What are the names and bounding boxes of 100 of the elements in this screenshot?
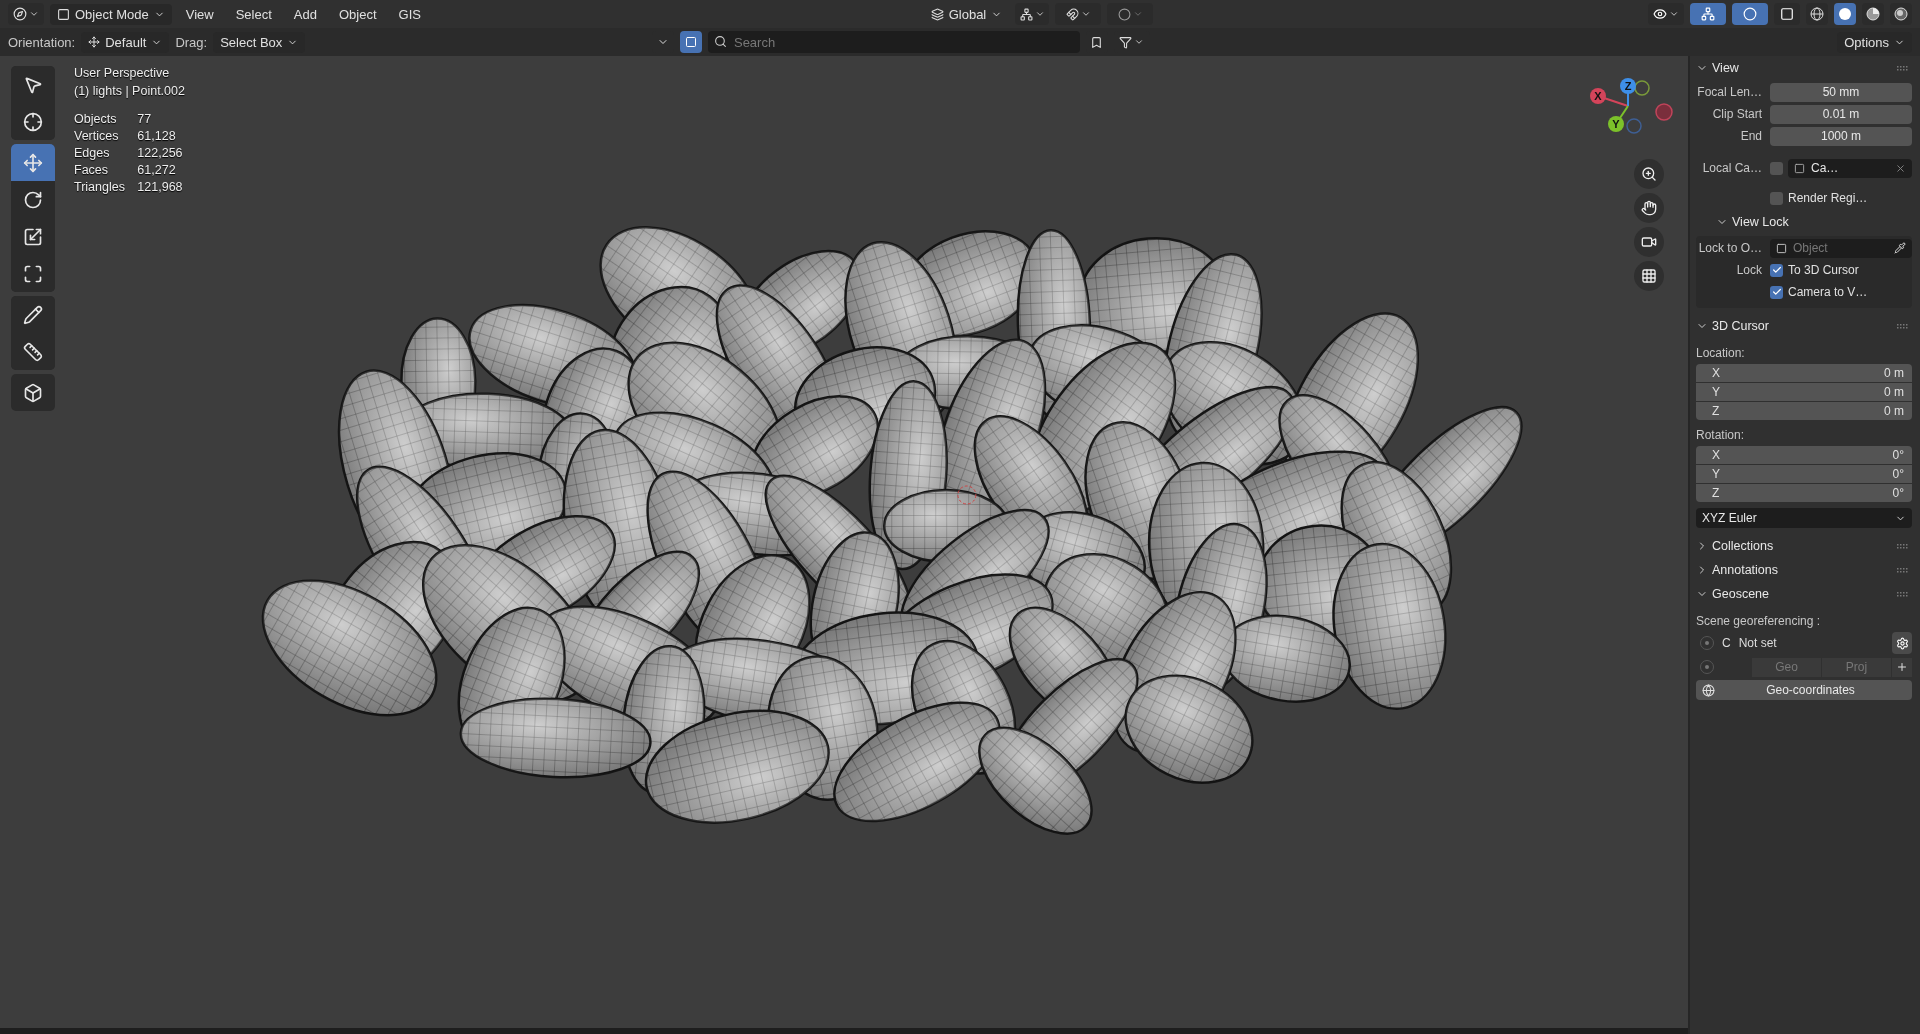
- hand-icon: [1641, 200, 1657, 216]
- shading-mode-button[interactable]: [1834, 3, 1856, 25]
- menu-item[interactable]: GIS: [390, 3, 429, 25]
- panel-header[interactable]: Collections: [1690, 534, 1780, 558]
- chevron-down-icon: [1669, 9, 1679, 19]
- panel-header[interactable]: Geoscene: [1690, 582, 1775, 606]
- gizmo-toggle[interactable]: [1690, 3, 1726, 25]
- axis-gizmo-drawing[interactable]: X Y Z: [1590, 78, 1673, 134]
- mode-dropdown[interactable]: Object Mode: [50, 3, 172, 25]
- shading-mode-button[interactable]: [1890, 3, 1912, 25]
- network-icon: [1019, 7, 1033, 21]
- drag-handle-icon[interactable]: [1897, 591, 1908, 597]
- search-field[interactable]: Search: [707, 31, 1080, 53]
- vector-field[interactable]: Y 0 m: [1696, 383, 1912, 401]
- transform-orientation-dropdown[interactable]: Default: [81, 31, 170, 53]
- grid-icon: [1641, 268, 1657, 284]
- number-field[interactable]: 50 mm: [1770, 82, 1912, 102]
- panel-header[interactable]: View Lock: [1696, 210, 1795, 234]
- view-name: User Perspective: [74, 66, 171, 80]
- crs-status: Not set: [1738, 636, 1777, 650]
- stat-label: Triangles: [74, 180, 126, 194]
- rotation-mode-dropdown[interactable]: XYZ Euler: [1696, 508, 1912, 528]
- vector-field[interactable]: Z 0 m: [1696, 402, 1912, 420]
- chevron-down-icon: [29, 9, 39, 19]
- panel-header[interactable]: View: [1690, 56, 1745, 80]
- chevron-down-icon: [1132, 9, 1143, 19]
- menu-item[interactable]: Select: [227, 3, 280, 25]
- move-arrows-icon: [88, 36, 101, 48]
- add-button[interactable]: [1892, 657, 1912, 677]
- stat-label: Edges: [74, 146, 111, 160]
- shading-mode-button[interactable]: [1862, 3, 1884, 25]
- zoom-icon: [1641, 166, 1657, 182]
- editor-type-button[interactable]: [8, 3, 44, 25]
- object-field[interactable]: Object: [1770, 238, 1912, 258]
- overlay-toggle[interactable]: [1732, 3, 1768, 25]
- eyedropper-icon: [1894, 242, 1906, 254]
- rotate-icon: [23, 189, 43, 210]
- vector-field[interactable]: X 0 m: [1696, 364, 1912, 382]
- snap-button[interactable]: [1055, 3, 1102, 25]
- panel-header[interactable]: Annotations: [1690, 558, 1785, 582]
- orientation-label: Orientation:: [8, 34, 76, 50]
- pivot-button[interactable]: [1015, 3, 1050, 25]
- options-dropdown[interactable]: Options: [1837, 31, 1912, 53]
- vector-field[interactable]: X 0°: [1696, 446, 1912, 464]
- lock-option[interactable]: To 3D Cursor: [1770, 263, 1912, 277]
- field-label: Local Ca…: [1701, 161, 1762, 175]
- circle-icon: [1117, 7, 1131, 21]
- menu-item[interactable]: View: [177, 3, 222, 25]
- 3d-cursor-icon: [957, 485, 977, 505]
- transform-icon: [23, 263, 43, 284]
- camera-field[interactable]: Ca…: [1788, 158, 1912, 178]
- menu-item[interactable]: Object: [330, 3, 385, 25]
- drag-handle-icon[interactable]: [1897, 567, 1908, 573]
- proportional-edit-button[interactable]: [1107, 3, 1154, 25]
- lock-option[interactable]: Camera to V…: [1770, 285, 1912, 299]
- orientation-dropdown[interactable]: Global: [923, 3, 1010, 25]
- shading-mode-button[interactable]: [1806, 3, 1828, 25]
- render-region-option[interactable]: Render Regi…: [1770, 191, 1912, 205]
- drag-label: Drag:: [175, 34, 208, 50]
- magnet-icon: [1065, 7, 1079, 21]
- stat-value: 122,256: [137, 146, 184, 160]
- camera-view-button[interactable]: [1634, 227, 1664, 257]
- checkbox[interactable]: [1770, 263, 1783, 277]
- number-field[interactable]: 0.01 m: [1770, 104, 1912, 124]
- drag-handle-icon[interactable]: [1897, 543, 1908, 549]
- chevron-down-icon: [1034, 9, 1045, 19]
- pan-button[interactable]: [1634, 193, 1664, 223]
- stat-value: 61,128: [137, 129, 177, 143]
- visibility-button[interactable]: [1648, 3, 1684, 25]
- object-type-toggle[interactable]: [679, 31, 702, 53]
- field-label: Focal Len…: [1696, 85, 1762, 99]
- checkbox[interactable]: [1770, 191, 1783, 205]
- eye-icon: [1653, 7, 1667, 21]
- square-icon: [684, 36, 697, 48]
- stat-label: Objects: [74, 112, 118, 126]
- drag-dropdown[interactable]: Select Box: [213, 31, 306, 53]
- xray-toggle[interactable]: [1774, 3, 1800, 25]
- close-icon: [1895, 162, 1906, 174]
- checkbox[interactable]: [1770, 285, 1783, 299]
- panel-header[interactable]: 3D Cursor: [1690, 314, 1775, 338]
- bookmark-icon: [1090, 35, 1104, 49]
- drag-handle-icon[interactable]: [1897, 323, 1908, 329]
- checkbox[interactable]: [1770, 161, 1783, 175]
- menu-item[interactable]: Add: [285, 3, 325, 25]
- solid-sphere-icon: [1838, 7, 1852, 21]
- number-field[interactable]: 1000 m: [1770, 126, 1912, 146]
- layers-icon: [930, 7, 944, 21]
- grid-view-button[interactable]: [1634, 261, 1664, 291]
- settings-button[interactable]: [1892, 632, 1912, 654]
- drag-handle-icon[interactable]: [1897, 65, 1908, 71]
- geo-coordinates-button[interactable]: Geo-coordinates: [1696, 680, 1912, 700]
- chevron-down-icon: [1134, 37, 1145, 47]
- vector-field[interactable]: Z 0°: [1696, 484, 1912, 502]
- location-label: Location:: [1696, 346, 1746, 360]
- globe-icon: [1702, 683, 1715, 697]
- pencil-icon: [23, 304, 43, 325]
- zoom-button[interactable]: [1634, 159, 1664, 189]
- filter-icon: [1119, 35, 1133, 49]
- vector-field[interactable]: Y 0°: [1696, 465, 1912, 483]
- stat-value: 61,272: [137, 163, 177, 177]
